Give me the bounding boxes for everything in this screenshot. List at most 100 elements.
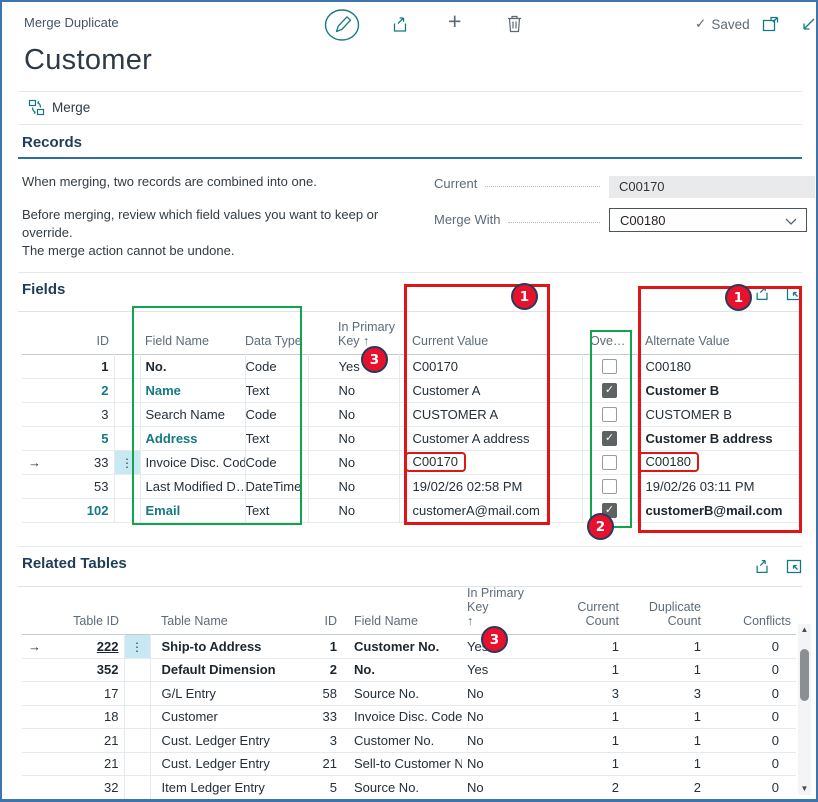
override-cell[interactable]: ✓ xyxy=(582,402,637,426)
current-value-cell[interactable]: CUSTOMER A xyxy=(399,402,582,426)
override-cell[interactable]: ✓ xyxy=(582,426,637,450)
field-name-cell[interactable]: Invoice Disc. Code xyxy=(140,450,245,474)
related-table-row[interactable]: → 352 ⋮ Default Dimension 2 No. Yes 1 1 … xyxy=(22,658,796,682)
field-id-cell[interactable]: 102 xyxy=(48,498,114,522)
fields-table-row[interactable]: → 33 ⋮ Invoice Disc. Code Code No C00170… xyxy=(22,450,802,474)
table-id-cell[interactable]: 21 xyxy=(48,729,124,753)
fields-table-row[interactable]: → 2 ⋮ Name Text No Customer A ✓ Customer… xyxy=(22,378,802,402)
row-options-cell[interactable]: ⋮ xyxy=(114,402,140,426)
field-name-cell[interactable]: No. xyxy=(140,354,245,378)
field-id-cell[interactable]: 3 xyxy=(48,402,114,426)
edit-pencil-button[interactable] xyxy=(322,7,362,48)
table-id-cell[interactable]: 32 xyxy=(48,776,124,800)
field-name-cell[interactable]: Search Name xyxy=(140,402,245,426)
table-name-cell[interactable]: Ship-to Address xyxy=(150,635,302,659)
table-id-cell[interactable]: 18 xyxy=(48,705,124,729)
table-name-cell[interactable]: Default Dimension xyxy=(150,658,302,682)
row-options-cell[interactable]: ⋮ xyxy=(114,498,140,522)
override-checkbox[interactable]: ✓ xyxy=(602,431,617,446)
row-options-cell[interactable]: ⋮ xyxy=(124,752,150,776)
new-button[interactable]: + xyxy=(448,8,461,35)
merge-with-dropdown[interactable]: C00180 xyxy=(609,208,807,232)
fields-header-current-value[interactable]: Current Value xyxy=(399,311,582,354)
current-value-cell[interactable]: 19/02/26 02:58 PM xyxy=(399,474,582,498)
related-table-row[interactable]: → 18 ⋮ Customer 33 Invoice Disc. Code No… xyxy=(22,705,796,729)
override-cell[interactable]: ✓ xyxy=(582,354,637,378)
fields-header-alternate-value[interactable]: Alternate Value xyxy=(637,311,802,354)
alternate-value-cell[interactable]: Customer B xyxy=(637,378,802,402)
fields-header-data-type[interactable]: Data Type xyxy=(245,311,308,354)
related-header-table-id[interactable]: Table ID xyxy=(48,586,124,635)
related-table-row[interactable]: → 222 ⋮ Ship-to Address 1 Customer No. Y… xyxy=(22,635,796,659)
row-options-cell[interactable]: ⋮ xyxy=(124,682,150,706)
related-header-table-name[interactable]: Table Name xyxy=(150,586,302,635)
field-id-cell[interactable]: 1 xyxy=(48,354,114,378)
field-name-cell[interactable]: Email xyxy=(140,498,245,522)
related-tables-scrollbar[interactable]: ▲ ▼ xyxy=(798,624,811,795)
table-name-cell[interactable]: Item Ledger Entry xyxy=(150,776,302,800)
row-options-cell[interactable]: ⋮ xyxy=(114,354,140,378)
related-table-row[interactable]: → 32 ⋮ Item Ledger Entry 5 Source No. No… xyxy=(22,776,796,800)
row-options-cell[interactable]: ⋮ xyxy=(114,378,140,402)
row-options-cell[interactable]: ⋮ xyxy=(124,729,150,753)
alternate-value-cell[interactable]: C00180 xyxy=(637,450,802,474)
table-id-cell[interactable]: 17 xyxy=(48,682,124,706)
row-options-cell[interactable]: ⋮ xyxy=(124,635,150,659)
field-name-cell[interactable]: Last Modified D… xyxy=(140,474,245,498)
related-header-current-count[interactable]: Current Count xyxy=(547,586,624,635)
field-id-cell[interactable]: 2 xyxy=(48,378,114,402)
fields-header-in-primary-key[interactable]: In Primary Key ↑ xyxy=(308,311,399,354)
fields-table-row[interactable]: → 53 ⋮ Last Modified D… DateTime No 19/0… xyxy=(22,474,802,498)
table-id-cell[interactable]: 21 xyxy=(48,752,124,776)
override-checkbox[interactable]: ✓ xyxy=(602,503,617,518)
override-checkbox[interactable]: ✓ xyxy=(602,479,617,494)
alternate-value-cell[interactable]: Customer B address xyxy=(637,426,802,450)
current-value-cell[interactable]: Customer A xyxy=(399,378,582,402)
share-icon[interactable] xyxy=(754,558,771,575)
focus-mode-icon[interactable] xyxy=(786,559,802,574)
merge-action-button[interactable]: Merge xyxy=(28,99,90,116)
related-header-field-name[interactable]: Field Name xyxy=(342,586,462,635)
override-cell[interactable]: ✓ xyxy=(582,450,637,474)
row-options-cell[interactable]: ⋮ xyxy=(114,450,140,474)
fields-table-row[interactable]: → 102 ⋮ Email Text No customerA@mail.com… xyxy=(22,498,802,522)
alternate-value-cell[interactable]: 19/02/26 03:11 PM xyxy=(637,474,802,498)
override-checkbox[interactable]: ✓ xyxy=(602,383,617,398)
collapse-corner-button[interactable] xyxy=(801,17,816,37)
field-id-cell[interactable]: 5 xyxy=(48,426,114,450)
share-button[interactable] xyxy=(391,15,410,39)
related-header-id[interactable]: ID xyxy=(302,586,342,635)
fields-header-override[interactable]: Ove… xyxy=(582,311,637,354)
current-value-cell[interactable]: customerA@mail.com xyxy=(399,498,582,522)
scrollbar-thumb[interactable] xyxy=(800,649,809,701)
scroll-up-button[interactable]: ▲ xyxy=(798,624,811,636)
row-options-cell[interactable]: ⋮ xyxy=(114,474,140,498)
focus-mode-icon[interactable] xyxy=(786,286,802,301)
field-name-cell[interactable]: Address xyxy=(140,426,245,450)
override-cell[interactable]: ✓ xyxy=(582,474,637,498)
related-table-row[interactable]: → 21 ⋮ Cust. Ledger Entry 21 Sell-to Cus… xyxy=(22,752,796,776)
override-cell[interactable]: ✓ xyxy=(582,378,637,402)
share-icon[interactable] xyxy=(754,285,771,302)
alternate-value-cell[interactable]: customerB@mail.com xyxy=(637,498,802,522)
override-checkbox[interactable]: ✓ xyxy=(602,407,617,422)
table-name-cell[interactable]: Customer xyxy=(150,705,302,729)
override-checkbox[interactable]: ✓ xyxy=(602,359,617,374)
related-table-row[interactable]: → 17 ⋮ G/L Entry 58 Source No. No 3 3 0 xyxy=(22,682,796,706)
open-in-new-window-button[interactable] xyxy=(762,16,779,37)
row-options-cell[interactable]: ⋮ xyxy=(124,658,150,682)
field-id-cell[interactable]: 33 xyxy=(48,450,114,474)
override-checkbox[interactable]: ✓ xyxy=(602,455,617,470)
chevron-down-icon[interactable] xyxy=(785,218,797,226)
fields-table-row[interactable]: → 3 ⋮ Search Name Code No CUSTOMER A ✓ C… xyxy=(22,402,802,426)
current-value-cell[interactable]: C00170 xyxy=(399,354,582,378)
scroll-down-button[interactable]: ▼ xyxy=(798,783,811,795)
table-name-cell[interactable]: Cust. Ledger Entry xyxy=(150,729,302,753)
related-header-conflicts[interactable]: Conflicts xyxy=(706,586,796,635)
fields-header-id[interactable]: ID xyxy=(48,311,114,354)
table-id-cell[interactable]: 222 xyxy=(48,635,124,659)
related-table-row[interactable]: → 21 ⋮ Cust. Ledger Entry 3 Customer No.… xyxy=(22,729,796,753)
current-value-cell[interactable]: C00170 xyxy=(399,450,582,474)
table-id-cell[interactable]: 352 xyxy=(48,658,124,682)
override-cell[interactable]: ✓ xyxy=(582,498,637,522)
